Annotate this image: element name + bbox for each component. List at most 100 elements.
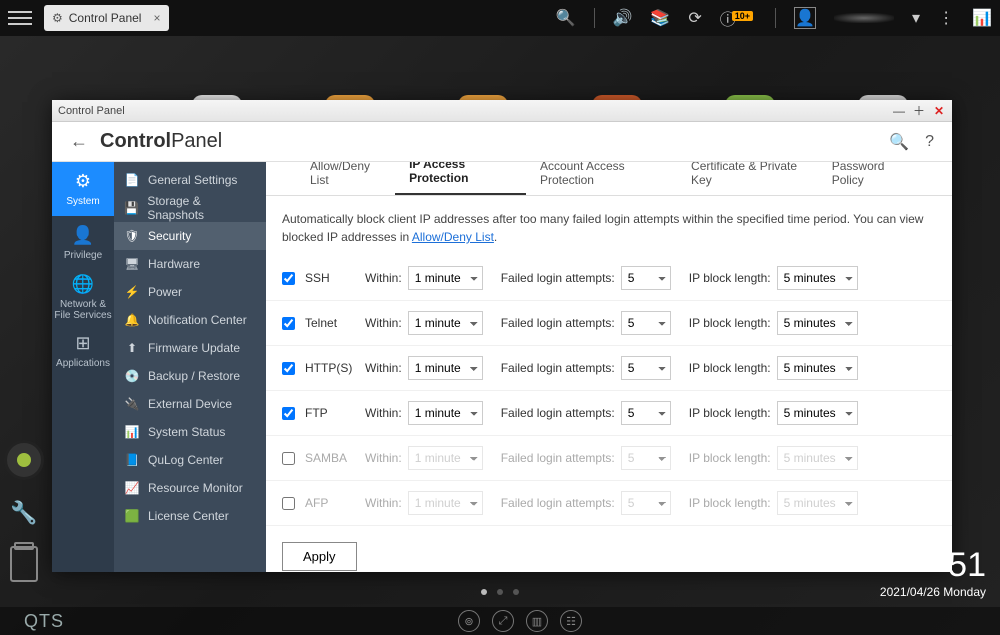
search-icon[interactable]: 🔍	[889, 132, 909, 152]
protocol-row-https: HTTP(S)Within:1 minuteFailed login attem…	[266, 346, 952, 391]
category-label: Privilege	[62, 250, 104, 261]
attempts-select[interactable]: 5	[621, 311, 671, 335]
window-title: Control Panel	[58, 105, 125, 117]
description: Automatically block client IP addresses …	[266, 196, 952, 256]
window-close-button[interactable]: ✕	[932, 104, 946, 118]
sidebar-icon: 📈	[124, 481, 140, 495]
help-icon[interactable]: ?	[925, 133, 934, 151]
avatar[interactable]: 👤	[794, 7, 816, 29]
sidebar-item-label: Firmware Update	[148, 341, 240, 355]
protocol-checkbox[interactable]	[282, 362, 295, 375]
search-icon[interactable]: 🔍	[556, 8, 576, 28]
sidebar-item-external-device[interactable]: 🔌External Device	[114, 390, 266, 418]
sidebar-item-hardware[interactable]: 🖥Hardware	[114, 250, 266, 278]
assistant-icon[interactable]	[4, 440, 44, 480]
sync-icon[interactable]: ⟳	[688, 8, 701, 28]
attempts-select[interactable]: 5	[621, 446, 671, 470]
sidebar-item-backup-restore[interactable]: 💿Backup / Restore	[114, 362, 266, 390]
protocol-checkbox[interactable]	[282, 407, 295, 420]
within-select[interactable]: 1 minute	[408, 446, 483, 470]
task-tab-control-panel[interactable]: ⚙ Control Panel ×	[44, 5, 169, 31]
sidebar-item-storage-snapshots[interactable]: 💾Storage & Snapshots	[114, 194, 266, 222]
protocol-checkbox[interactable]	[282, 317, 295, 330]
volume-icon[interactable]: 🔊	[613, 8, 633, 28]
dashboard-icon[interactable]: 📊	[972, 8, 992, 28]
tasks-icon[interactable]: 📚	[650, 8, 670, 28]
main-menu-icon[interactable]	[8, 6, 32, 30]
back-icon[interactable]: ←	[70, 131, 88, 152]
category-label: Network & File Services	[52, 299, 114, 321]
block-select[interactable]: 5 minutes	[777, 491, 858, 515]
category-icon: ⚙	[75, 171, 91, 192]
category-applications[interactable]: ⊞Applications	[52, 324, 114, 378]
quick-action-icon[interactable]: ☷	[560, 610, 582, 632]
quick-action-icon[interactable]: ⤢	[492, 610, 514, 632]
protocol-row-telnet: TelnetWithin:1 minuteFailed login attemp…	[266, 301, 952, 346]
window-minimize-button[interactable]: —	[892, 104, 906, 118]
sidebar-item-qulog-center[interactable]: 📘QuLog Center	[114, 446, 266, 474]
qts-logo: QTS	[24, 611, 64, 632]
close-icon[interactable]: ×	[153, 11, 160, 25]
sidebar-item-general-settings[interactable]: 📄General Settings	[114, 166, 266, 194]
within-select[interactable]: 1 minute	[408, 491, 483, 515]
sidebar-item-license-center[interactable]: 🟩License Center	[114, 502, 266, 530]
within-select[interactable]: 1 minute	[408, 401, 483, 425]
category-system[interactable]: ⚙System	[52, 162, 114, 216]
sidebar-icon: 🟩	[124, 509, 140, 523]
sidebar-item-resource-monitor[interactable]: 📈Resource Monitor	[114, 474, 266, 502]
task-tab-label: Control Panel	[69, 11, 142, 25]
within-label: Within:	[365, 316, 402, 330]
username-redacted	[834, 13, 894, 23]
within-label: Within:	[365, 406, 402, 420]
sidebar-item-label: Backup / Restore	[148, 369, 240, 383]
window-titlebar[interactable]: Control Panel — ＋ ✕	[52, 100, 952, 122]
sidebar-item-system-status[interactable]: 📊System Status	[114, 418, 266, 446]
attempts-select[interactable]: 5	[621, 266, 671, 290]
protocol-checkbox[interactable]	[282, 452, 295, 465]
more-icon[interactable]: ⋮	[938, 8, 954, 28]
quick-action-icon[interactable]: ▥	[526, 610, 548, 632]
quick-action-icon[interactable]: ⊚	[458, 610, 480, 632]
trash-icon[interactable]	[10, 546, 38, 582]
wrench-icon[interactable]: 🔧	[10, 500, 37, 526]
block-select[interactable]: 5 minutes	[777, 446, 858, 470]
category-privilege[interactable]: 👤Privilege	[52, 216, 114, 270]
failed-label: Failed login attempts:	[501, 316, 615, 330]
tab-password-policy[interactable]: Password Policy	[818, 162, 922, 195]
protocol-checkbox[interactable]	[282, 272, 295, 285]
sidebar-icon: 📊	[124, 425, 140, 439]
block-select[interactable]: 5 minutes	[777, 356, 858, 380]
divider	[775, 8, 776, 28]
within-select[interactable]: 1 minute	[408, 311, 483, 335]
window-maximize-button[interactable]: ＋	[912, 104, 926, 118]
apply-button[interactable]: Apply	[282, 542, 357, 571]
protocol-checkbox[interactable]	[282, 497, 295, 510]
sidebar-icon: ⚡	[124, 285, 140, 299]
tab-ip-access-protection[interactable]: IP Access Protection	[395, 162, 526, 195]
chevron-down-icon[interactable]: ▾	[912, 8, 920, 28]
category-network-file-services[interactable]: 🌐Network & File Services	[52, 270, 114, 324]
protocol-name: AFP	[305, 496, 365, 510]
protocol-row-ssh: SSHWithin:1 minuteFailed login attempts:…	[266, 256, 952, 301]
block-select[interactable]: 5 minutes	[777, 266, 858, 290]
block-select[interactable]: 5 minutes	[777, 401, 858, 425]
sidebar-item-security[interactable]: 🛡Security	[114, 222, 266, 250]
block-label: IP block length:	[689, 316, 771, 330]
tab-account-access-protection[interactable]: Account Access Protection	[526, 162, 677, 195]
info-icon[interactable]: ⓘ10+	[720, 6, 757, 30]
attempts-select[interactable]: 5	[621, 356, 671, 380]
sidebar-item-label: External Device	[148, 397, 232, 411]
tab-allow-deny-list[interactable]: Allow/Deny List	[296, 162, 395, 195]
allow-deny-link[interactable]: Allow/Deny List	[412, 230, 494, 244]
sidebar-item-firmware-update[interactable]: ⬆Firmware Update	[114, 334, 266, 362]
sidebar-item-power[interactable]: ⚡Power	[114, 278, 266, 306]
attempts-select[interactable]: 5	[621, 401, 671, 425]
within-select[interactable]: 1 minute	[408, 356, 483, 380]
attempts-select[interactable]: 5	[621, 491, 671, 515]
tab-certificate-private-key[interactable]: Certificate & Private Key	[677, 162, 818, 195]
block-select[interactable]: 5 minutes	[777, 311, 858, 335]
sidebar-item-notification-center[interactable]: 🔔Notification Center	[114, 306, 266, 334]
desktop-pager[interactable]	[481, 589, 519, 595]
sidebar-icon: 📘	[124, 453, 140, 467]
within-select[interactable]: 1 minute	[408, 266, 483, 290]
